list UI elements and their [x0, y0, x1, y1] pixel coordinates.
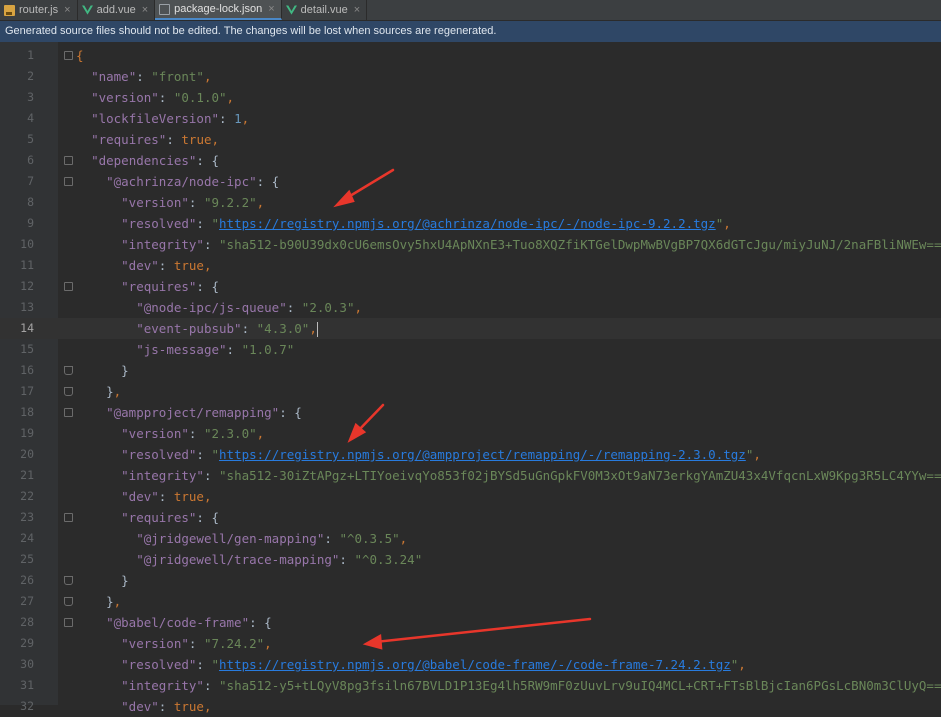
red-arrow-3 — [373, 617, 592, 644]
annotation-arrows — [333, 168, 592, 650]
red-arrow-1-head — [333, 189, 355, 208]
red-arrow-3-head — [362, 633, 383, 650]
red-arrow-1 — [343, 168, 395, 201]
